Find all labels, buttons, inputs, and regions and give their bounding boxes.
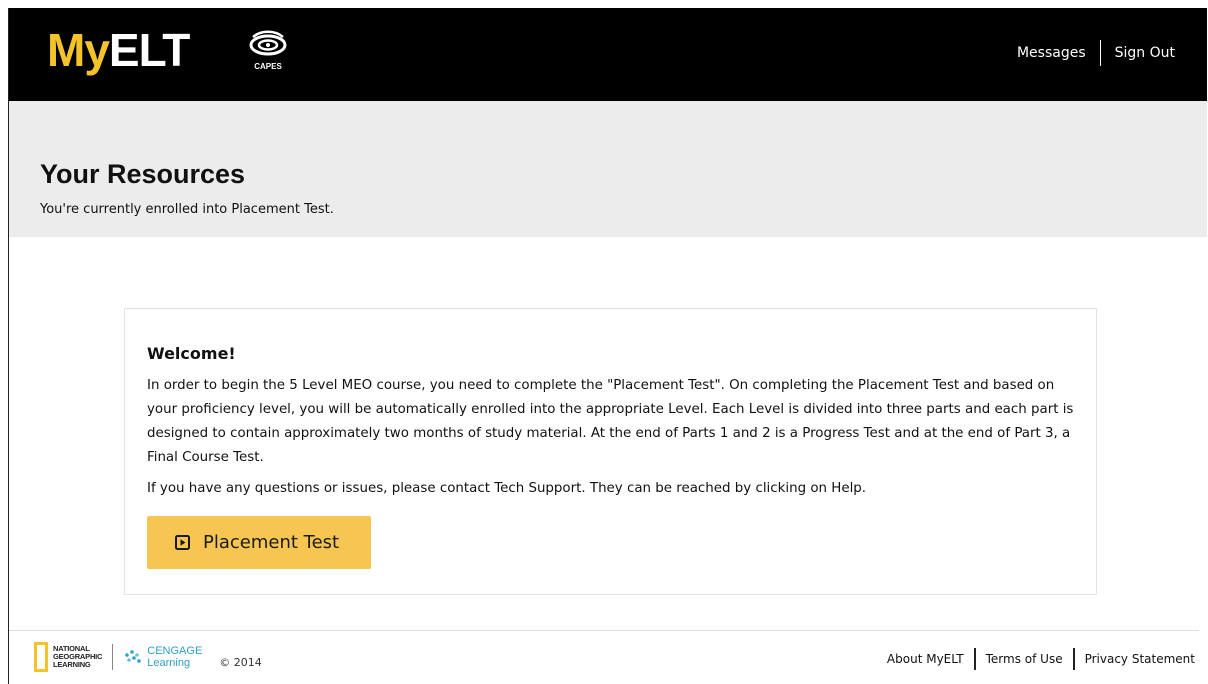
natgeo-line-3: LEARNING: [53, 660, 91, 669]
resources-banner: Your Resources You're currently enrolled…: [9, 101, 1207, 237]
play-square-icon: [175, 535, 190, 550]
terms-link[interactable]: Terms of Use: [986, 652, 1063, 666]
page-title: Your Resources: [40, 159, 246, 189]
myelt-logo[interactable]: MyELT: [47, 22, 190, 78]
messages-link[interactable]: Messages: [1017, 45, 1086, 61]
footer-divider: [9, 630, 1199, 631]
sign-out-link[interactable]: Sign Out: [1115, 45, 1175, 61]
cengage-logo-text: CENGAGE Learning: [147, 645, 202, 669]
copyright-text: © 2014: [219, 655, 262, 669]
privacy-link[interactable]: Privacy Statement: [1085, 652, 1195, 666]
footer-brand: NATIONAL GEOGRAPHIC LEARNING CENGAGE Lea…: [34, 642, 262, 672]
cengage-dots-icon: [125, 650, 142, 663]
top-header: MyELT CAPES Messages Sign Out: [9, 8, 1207, 101]
logo-my: My: [47, 24, 110, 76]
capes-emblem-icon: [249, 30, 287, 56]
capes-label: CAPES: [254, 62, 282, 71]
welcome-card: Welcome! In order to begin the 5 Level M…: [124, 308, 1097, 595]
header-nav: Messages Sign Out: [1017, 40, 1175, 66]
placement-test-button[interactable]: Placement Test: [147, 516, 371, 569]
welcome-body: In order to begin the 5 Level MEO course…: [147, 374, 1077, 508]
enrollment-status: You're currently enrolled into Placement…: [40, 202, 334, 217]
footer-link-divider: [1072, 648, 1075, 670]
footer-nav: About MyELT Terms of Use Privacy Stateme…: [887, 648, 1195, 670]
about-link[interactable]: About MyELT: [887, 652, 964, 666]
cengage-line-1: CENGAGE: [147, 645, 203, 657]
cengage-logo: CENGAGE Learning: [123, 645, 202, 669]
welcome-paragraph-2: If you have any questions or issues, ple…: [147, 481, 867, 496]
header-divider: [1099, 40, 1101, 66]
cengage-line-2: Learning: [147, 657, 191, 669]
page-frame: MyELT CAPES Messages Sign Out Your Resou…: [8, 8, 1207, 684]
welcome-title: Welcome!: [147, 344, 236, 363]
brand-divider: [112, 644, 114, 670]
footer-link-divider: [973, 648, 976, 670]
capes-logo: CAPES: [245, 28, 291, 74]
natgeo-border-icon: [34, 642, 48, 672]
natgeo-logo-text: NATIONAL GEOGRAPHIC LEARNING: [53, 645, 102, 669]
logo-elt: ELT: [108, 24, 190, 76]
welcome-paragraph-1: In order to begin the 5 Level MEO course…: [147, 378, 1074, 465]
placement-test-label: Placement Test: [203, 532, 340, 553]
